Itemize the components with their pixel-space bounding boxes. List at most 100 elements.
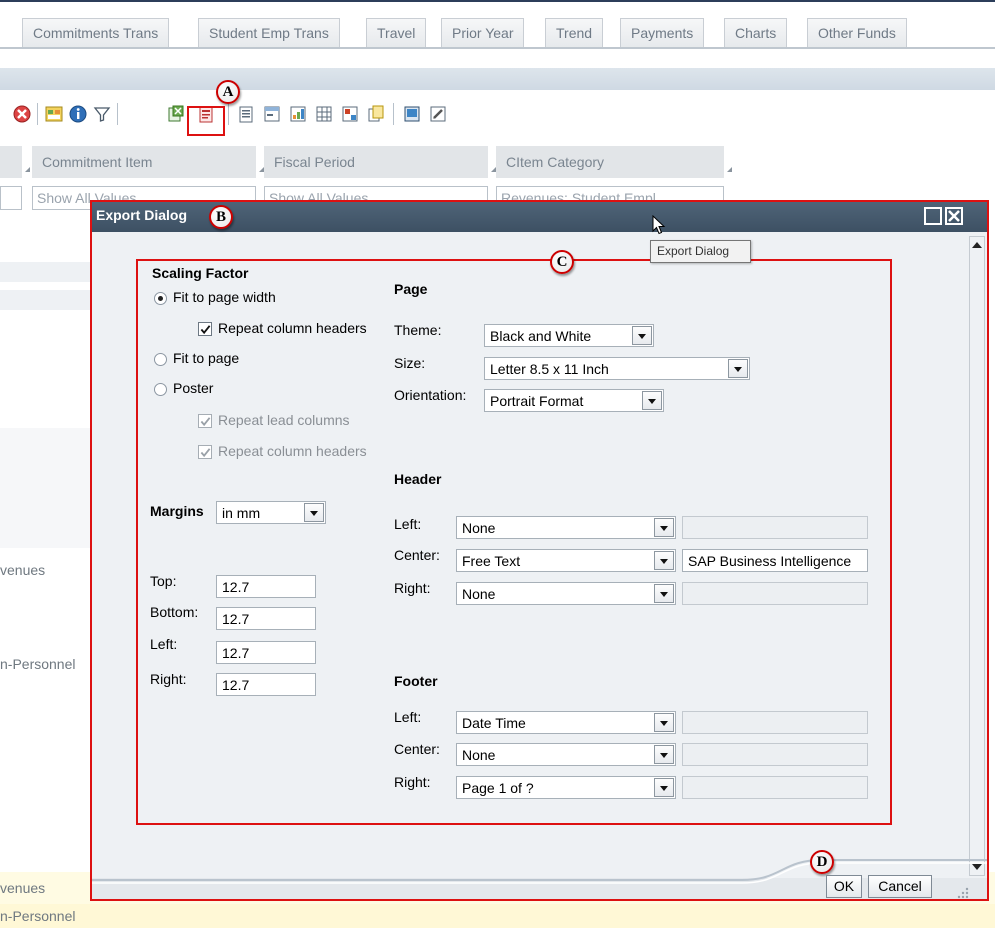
row-label-non-personnel: n-Personnel [0,656,76,672]
filter-stub[interactable] [0,186,22,210]
header-right-text[interactable] [682,582,868,605]
repeat-column-headers-poster-label: Repeat column headers [218,443,367,459]
table-icon[interactable] [44,104,64,124]
tab-payments[interactable]: Payments [620,18,705,48]
header-right-label: Right: [394,580,431,596]
margin-bottom-label: Bottom: [150,604,199,620]
footer-center-select[interactable]: None [456,743,676,766]
footer-heading: Footer [394,673,438,689]
theme-label: Theme: [394,322,442,338]
info-icon[interactable] [68,104,88,124]
display-icon[interactable] [402,104,422,124]
row-label-non-personnel: n-Personnel [0,908,76,924]
footer-right-text[interactable] [682,776,868,799]
margin-left-input[interactable]: 12.7 [216,641,316,664]
properties-icon[interactable] [236,104,256,124]
layout-icon[interactable] [262,104,282,124]
footer-center-text[interactable] [682,743,868,766]
margin-right-input[interactable]: 12.7 [216,673,316,696]
chevron-down-icon[interactable] [304,503,324,522]
header-left-value: None [462,520,496,536]
docs-icon[interactable] [366,104,386,124]
export-dialog: Export Dialog B Scaling Factor Fit to pa… [90,200,989,901]
tab-other-funds[interactable]: Other Funds [807,18,907,48]
table-header-band [0,262,90,282]
cancel-button[interactable]: Cancel [868,875,932,898]
footer-left-value: Date Time [462,715,526,731]
filter-icon[interactable] [92,104,112,124]
toolbar-separator [117,103,118,125]
chevron-down-icon[interactable] [654,778,674,797]
repeat-column-headers-poster-checkbox[interactable] [198,445,212,459]
margin-left-label: Left: [150,636,178,652]
margin-bottom-input[interactable]: 12.7 [216,607,316,630]
row-label-revenues: venues [0,880,46,896]
fit-to-page-width-radio[interactable] [154,292,167,305]
tab-student-emp-trans[interactable]: Student Emp Trans [198,18,340,48]
tab-travel[interactable]: Travel [366,18,427,48]
tab-prior-year[interactable]: Prior Year [441,18,525,48]
chart-settings-icon[interactable] [288,104,308,124]
margin-top-input[interactable]: 12.7 [216,575,316,598]
fit-to-page-label: Fit to page [173,350,240,366]
footer-right-select[interactable]: Page 1 of ? [456,776,676,799]
chevron-down-icon[interactable] [654,713,674,732]
size-select[interactable]: Letter 8.5 x 11 Inch [484,357,750,380]
scroll-up-icon[interactable] [972,242,982,248]
header-center-select[interactable]: Free Text [456,549,676,572]
delete-icon[interactable] [12,104,32,124]
footer-center-value: None [462,747,496,763]
report-icon[interactable] [340,104,360,124]
orientation-select[interactable]: Portrait Format [484,389,664,412]
dialog-scrollbar[interactable] [969,236,985,876]
column-header-stub [0,146,30,178]
resize-grip-icon[interactable] [954,884,970,900]
dialog-titlebar[interactable]: Export Dialog B [92,202,987,232]
header-center-text[interactable]: SAP Business Intelligence [682,549,868,572]
repeat-column-headers-checkbox[interactable] [198,322,212,336]
report-tab-bar: Commitments Trans Student Emp Trans Trav… [0,8,995,48]
ok-button[interactable]: OK [826,875,862,898]
close-icon[interactable] [945,207,963,225]
chevron-down-icon[interactable] [642,391,662,410]
footer-center-label: Center: [394,741,440,757]
fit-to-page-radio[interactable] [154,353,167,366]
column-header-citem-category[interactable]: CItem Category [496,146,732,178]
tab-commitments-trans[interactable]: Commitments Trans [22,18,170,48]
column-header-commitment-item[interactable]: Commitment Item [32,146,264,178]
toolbar-separator [393,103,394,125]
page-heading: Page [394,281,428,297]
poster-radio[interactable] [154,383,167,396]
header-left-text[interactable] [682,516,868,539]
header-right-select[interactable]: None [456,582,676,605]
export-excel-icon[interactable] [166,104,186,124]
chevron-down-icon[interactable] [632,326,652,345]
header-left-label: Left: [394,516,422,532]
chevron-down-icon[interactable] [654,584,674,603]
chevron-down-icon[interactable] [654,518,674,537]
toolbar-separator [228,103,229,125]
footer-left-text[interactable] [682,711,868,734]
column-header-fiscal-period[interactable]: Fiscal Period [264,146,496,178]
chevron-down-icon[interactable] [728,359,748,378]
footer-right-value: Page 1 of ? [462,780,534,796]
footer-right-label: Right: [394,774,431,790]
footer-left-select[interactable]: Date Time [456,711,676,734]
repeat-lead-columns-checkbox[interactable] [198,414,212,428]
export-pdf-highlight [187,106,225,136]
tab-trend[interactable]: Trend [545,18,604,48]
dialog-title: Export Dialog [96,207,188,223]
chevron-down-icon[interactable] [654,745,674,764]
margins-unit-select[interactable]: in mm [216,501,326,524]
edit-icon[interactable] [428,104,448,124]
maximize-icon[interactable] [924,207,942,225]
grid-icon[interactable] [314,104,334,124]
margin-top-label: Top: [150,573,177,589]
margins-heading: Margins [150,503,204,519]
scaling-factor-heading: Scaling Factor [152,265,249,281]
theme-select[interactable]: Black and White [484,324,654,347]
chevron-down-icon[interactable] [654,551,674,570]
header-left-select[interactable]: None [456,516,676,539]
table-header-band [0,290,90,310]
tab-charts[interactable]: Charts [724,18,788,48]
